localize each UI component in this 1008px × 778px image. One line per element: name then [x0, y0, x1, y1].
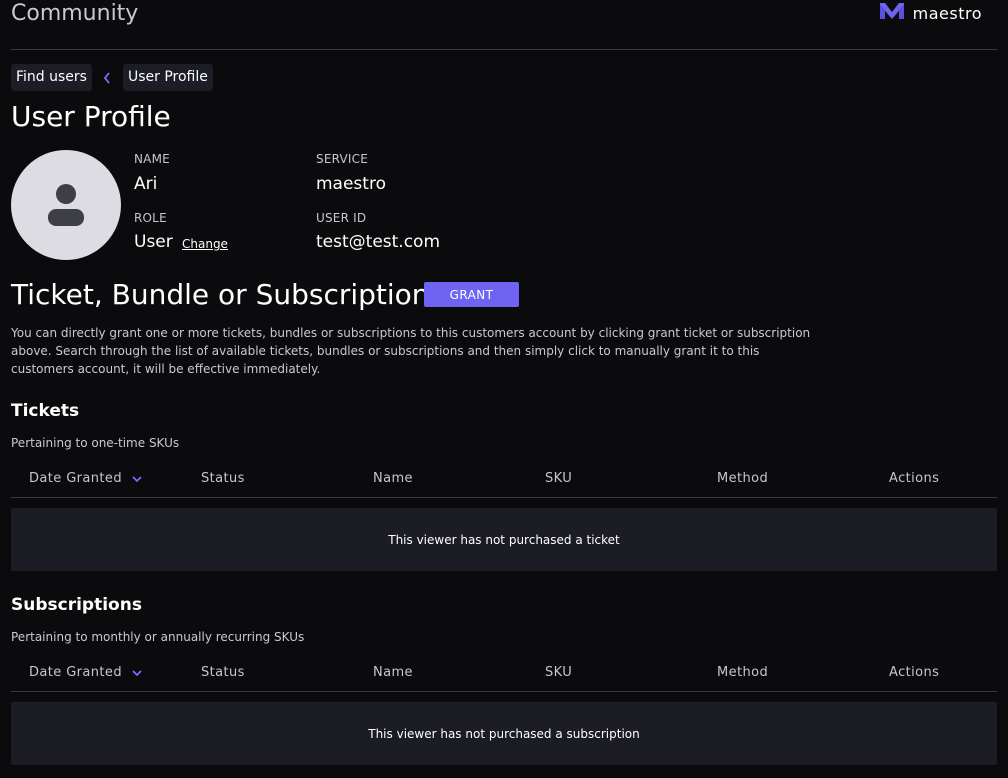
role-value: User — [134, 232, 173, 252]
maestro-logo-icon — [879, 2, 904, 24]
brand-name: maestro — [912, 3, 982, 23]
grant-section-title: Ticket, Bundle or Subscription — [11, 278, 430, 311]
column-label: Date Granted — [29, 665, 122, 680]
role-label: ROLE — [134, 211, 167, 225]
name-value: Ari — [134, 174, 158, 194]
service-value: maestro — [316, 174, 386, 194]
subscriptions-table-header: Date Granted Status Name SKU Method Acti… — [11, 654, 997, 692]
column-name: Name — [373, 665, 413, 680]
subscriptions-title: Subscriptions — [11, 595, 142, 615]
column-actions: Actions — [889, 665, 940, 680]
tickets-subtitle: Pertaining to one-time SKUs — [11, 436, 180, 450]
chevron-down-icon[interactable] — [130, 472, 144, 486]
tickets-empty-state: This viewer has not purchased a ticket — [11, 508, 997, 571]
chevron-left-icon[interactable] — [92, 64, 123, 91]
subscriptions-subtitle: Pertaining to monthly or annually recurr… — [11, 630, 305, 644]
user-id-value: test@test.com — [316, 232, 441, 252]
column-status: Status — [201, 665, 245, 680]
user-id-label: USER ID — [316, 211, 367, 225]
column-date-granted[interactable]: Date Granted — [29, 460, 144, 498]
breadcrumb-user-profile[interactable]: User Profile — [122, 64, 213, 91]
brand-logo[interactable]: maestro — [879, 2, 982, 24]
breadcrumb: Find users User Profile — [11, 64, 213, 91]
subscriptions-empty-state: This viewer has not purchased a subscrip… — [11, 702, 997, 765]
column-method: Method — [717, 665, 769, 680]
grant-description: You can directly grant one or more ticke… — [11, 326, 811, 376]
column-sku: SKU — [545, 471, 573, 486]
name-label: NAME — [134, 152, 170, 166]
tickets-title: Tickets — [11, 401, 80, 421]
column-name: Name — [373, 471, 413, 486]
user-silhouette-icon — [48, 184, 84, 226]
column-actions: Actions — [889, 471, 940, 486]
column-status: Status — [201, 471, 245, 486]
service-label: SERVICE — [316, 152, 368, 166]
change-role-link[interactable]: Change — [182, 236, 228, 252]
grant-button[interactable]: GRANT — [424, 282, 519, 307]
avatar — [11, 150, 121, 260]
column-sku: SKU — [545, 665, 573, 680]
chevron-down-icon[interactable] — [130, 666, 144, 680]
column-method: Method — [717, 471, 769, 486]
breadcrumb-find-users[interactable]: Find users — [11, 64, 92, 91]
column-label: Date Granted — [29, 471, 122, 486]
app-header: Community maestro — [11, 0, 997, 50]
header-title: Community — [11, 1, 139, 26]
page-title: User Profile — [11, 100, 171, 133]
column-date-granted[interactable]: Date Granted — [29, 654, 144, 692]
tickets-table-header: Date Granted Status Name SKU Method Acti… — [11, 460, 997, 498]
